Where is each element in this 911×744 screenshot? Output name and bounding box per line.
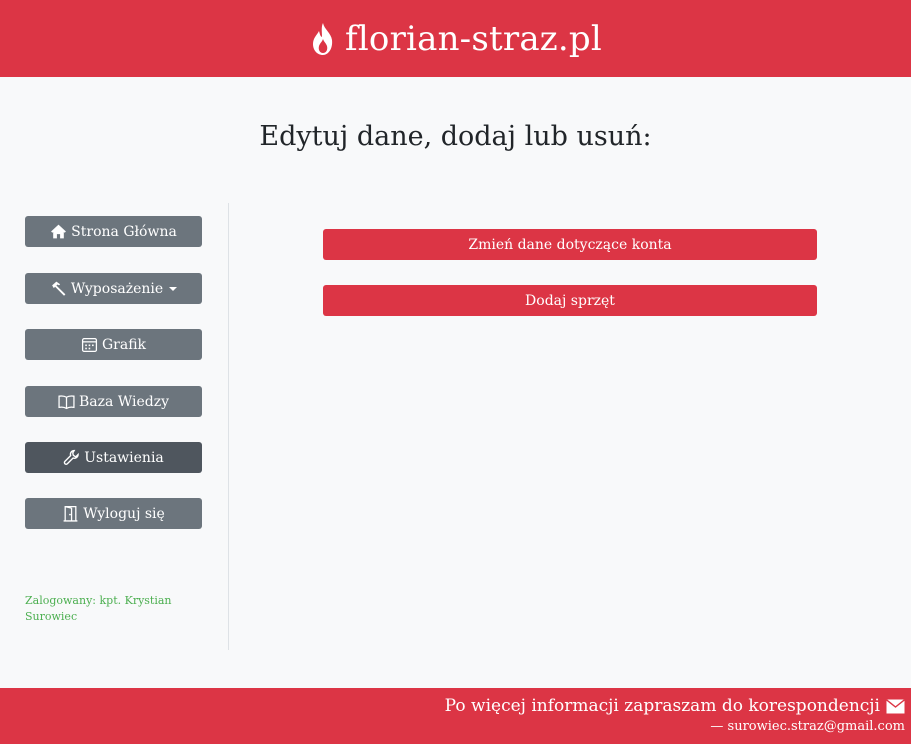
nav-knowledge-base-label: Baza Wiedzy bbox=[79, 393, 169, 410]
door-icon bbox=[63, 505, 78, 522]
nav-equipment-label: Wyposażenie bbox=[70, 280, 164, 297]
nav-schedule-label: Grafik bbox=[101, 336, 147, 353]
nav-schedule-button[interactable]: Grafik bbox=[25, 329, 202, 360]
nav-knowledge-base-button[interactable]: Baza Wiedzy bbox=[25, 386, 202, 417]
nav-logout-button[interactable]: Wyloguj się bbox=[25, 498, 202, 529]
logged-in-user: Zalogowany: kpt. Krystian Surowiec bbox=[25, 594, 172, 623]
site-brand[interactable]: florian-straz.pl bbox=[309, 22, 602, 56]
footer-contact: Po więcej informacji zapraszam do koresp… bbox=[445, 696, 905, 716]
book-icon bbox=[58, 395, 75, 410]
footer-message: Po więcej informacji zapraszam do koresp… bbox=[444, 696, 880, 716]
nav-settings-button[interactable]: Ustawienia bbox=[25, 442, 202, 473]
home-icon bbox=[51, 224, 67, 239]
caret-down-icon bbox=[169, 287, 178, 291]
nav-home-label: Strona Główna bbox=[71, 223, 177, 240]
nav-home-button[interactable]: Strona Główna bbox=[25, 216, 202, 247]
site-footer: Po więcej informacji zapraszam do koresp… bbox=[0, 688, 911, 744]
sidebar: Strona Główna Wyposażenie Grafik Baza Wi… bbox=[0, 203, 229, 650]
hammer-icon bbox=[51, 281, 66, 296]
envelope-icon[interactable] bbox=[886, 698, 905, 714]
wrench-icon bbox=[63, 449, 79, 465]
nav-equipment-dropdown[interactable]: Wyposażenie bbox=[25, 273, 202, 304]
fire-icon bbox=[309, 22, 337, 56]
edit-account-button[interactable]: Zmień dane dotyczące konta bbox=[323, 229, 817, 260]
site-title: florian-straz.pl bbox=[345, 18, 602, 59]
nav-settings-label: Ustawienia bbox=[84, 449, 164, 466]
page-title: Edytuj dane, dodaj lub usuń: bbox=[259, 121, 652, 152]
site-header: florian-straz.pl bbox=[0, 0, 911, 77]
add-equipment-button[interactable]: Dodaj sprzęt bbox=[323, 285, 817, 316]
footer-email[interactable]: — surowiec.straz@gmail.com bbox=[710, 719, 905, 734]
nav-logout-label: Wyloguj się bbox=[83, 505, 165, 522]
calendar-icon bbox=[81, 338, 98, 353]
